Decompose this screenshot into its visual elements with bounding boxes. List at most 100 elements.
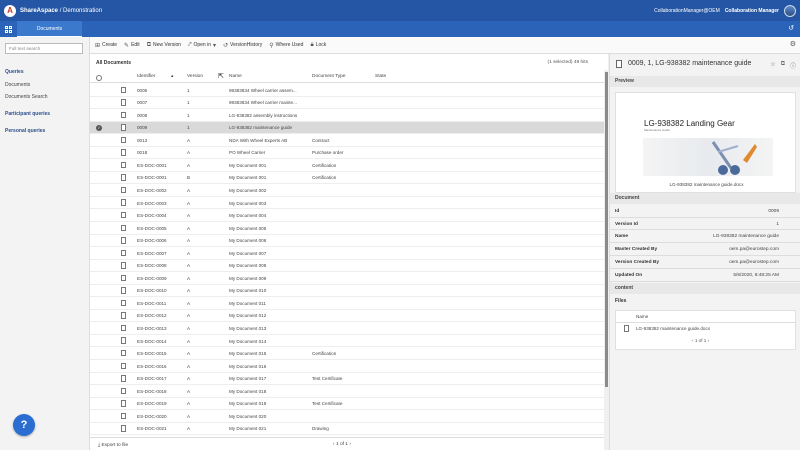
table-row[interactable]: ES-DOC-0021 A My Document 021 Drawing bbox=[90, 423, 604, 436]
table-row[interactable]: ES-DOC-0015 A My Document 015 Certification bbox=[90, 347, 604, 361]
row-version: A bbox=[187, 263, 191, 269]
export-button[interactable]: ⤓ Export to file bbox=[98, 442, 128, 448]
row-document-type: Test Certificate bbox=[312, 401, 343, 407]
table-row[interactable]: ES-DOC-0013 A My Document 013 bbox=[90, 322, 604, 335]
table-row[interactable]: 0007 1 99383834 Wheel carrier mainte... bbox=[90, 97, 604, 110]
help-button[interactable]: ? bbox=[13, 414, 35, 436]
table-row[interactable]: ES-DOC-0008 A My Document 008 bbox=[90, 260, 604, 273]
table-row[interactable]: ES-DOC-0020 A My Document 020 bbox=[90, 410, 604, 423]
lock-button[interactable]: 🔒︎ Lock bbox=[310, 42, 326, 49]
document-icon bbox=[121, 186, 126, 194]
property-key: Version Created By bbox=[615, 259, 659, 265]
row-identifier: 0006 bbox=[137, 87, 148, 93]
table-row[interactable]: ES-DOC-0003 A My Document 003 bbox=[90, 197, 604, 210]
app-logo[interactable]: A bbox=[4, 4, 16, 17]
document-icon bbox=[121, 249, 126, 257]
table-row[interactable]: ✓ 0009 1 LG-938382 maintenance guide bbox=[90, 121, 604, 135]
table-row[interactable]: 0018 A PO Wheel Carrier Purchase order bbox=[90, 147, 604, 160]
where-used-button[interactable]: ⚲ Where Used bbox=[269, 42, 303, 49]
scroll-thumb[interactable] bbox=[604, 72, 608, 387]
table-row[interactable]: ES-DOC-0011 A My Document 011 bbox=[90, 297, 604, 310]
table-row[interactable]: 0013 A NDA With Wheel Experts AB Contract bbox=[90, 134, 604, 147]
detail-title: 0009, 1, LG-938382 maintenance guide bbox=[628, 60, 752, 67]
table-row[interactable]: ES-DOC-0017 A My Document 017 Test Certific… bbox=[90, 373, 604, 386]
checkmark-icon[interactable]: ✓ bbox=[96, 124, 102, 131]
lock-label: Lock bbox=[315, 42, 327, 48]
table-row[interactable]: ES-DOC-0004 A My Document 004 bbox=[90, 209, 604, 223]
table-row[interactable]: ES-DOC-0006 A My Document 006 bbox=[90, 235, 604, 248]
table-row[interactable]: 0006 1 99383834 Wheel carrier assem... bbox=[90, 84, 604, 97]
create-button[interactable]: ⊞ Create bbox=[95, 42, 117, 49]
document-list: All Documents (1 selected) 49 hits Ident… bbox=[90, 54, 608, 450]
select-all-checkbox[interactable] bbox=[96, 75, 102, 81]
row-name: My Document 001 bbox=[229, 162, 267, 168]
edit-button[interactable]: ✎ Edit bbox=[124, 42, 140, 49]
table-row[interactable]: ES-DOC-0001 A My Document 001 Certification bbox=[90, 159, 604, 172]
next-page-icon[interactable]: › bbox=[708, 338, 710, 343]
user-account[interactable]: CollaborationManager@OEM bbox=[654, 8, 720, 14]
prev-page-icon[interactable]: ‹ bbox=[333, 442, 335, 447]
file-link[interactable]: LG-938382 maintenance guide.docx bbox=[636, 326, 710, 331]
table-row[interactable]: ES-DOC-0005 A My Document 005 bbox=[90, 222, 604, 235]
participant-queries-heading[interactable]: Participant queries bbox=[5, 111, 50, 117]
row-name: My Document 004 bbox=[229, 213, 267, 219]
column-version[interactable]: Version bbox=[187, 74, 203, 79]
row-name: My Document 017 bbox=[229, 376, 267, 382]
content-heading: content bbox=[610, 283, 800, 294]
info-icon[interactable]: ⓘ bbox=[790, 61, 796, 70]
queries-heading[interactable]: Queries bbox=[5, 69, 24, 75]
files-column-name[interactable]: Name bbox=[636, 314, 648, 319]
table-row[interactable]: ES-DOC-0001 B My Document 001 Certification bbox=[90, 172, 604, 185]
column-document-type[interactable]: Document Type bbox=[312, 74, 346, 79]
table-row[interactable]: ES-DOC-0007 A My Document 007 bbox=[90, 247, 604, 260]
column-identifier[interactable]: Identifier bbox=[137, 74, 155, 79]
avatar[interactable] bbox=[784, 4, 796, 17]
row-identifier: ES-DOC-0001 bbox=[137, 175, 167, 181]
history-icon[interactable]: ↺ bbox=[786, 24, 796, 34]
sidebar-item-documents[interactable]: Documents bbox=[5, 82, 30, 88]
row-identifier: ES-DOC-0021 bbox=[137, 426, 167, 432]
row-version: A bbox=[187, 250, 191, 256]
app-grid-icon[interactable] bbox=[0, 21, 16, 37]
preview-thumbnail[interactable]: LG-938382 Landing Gear Maintenance Guide… bbox=[615, 92, 796, 193]
tab-documents[interactable]: Documents bbox=[17, 21, 82, 37]
table-row[interactable]: ES-DOC-0016 A My Document 016 bbox=[90, 360, 604, 373]
column-name[interactable]: Name bbox=[229, 74, 242, 79]
settings-icon[interactable]: ⚙ bbox=[790, 40, 796, 48]
list-scrollbar[interactable] bbox=[604, 70, 608, 450]
row-name: My Document 012 bbox=[229, 313, 267, 319]
copy-icon[interactable]: ⧉ bbox=[781, 61, 785, 70]
sort-arrow-icon[interactable]: ▴ bbox=[171, 74, 173, 79]
sidebar-item-documents-search[interactable]: Documents Search bbox=[5, 94, 48, 100]
table-row[interactable]: 0008 1 LG-938382 assembly instructions bbox=[90, 109, 604, 122]
property-value: 5/6/2020, 8:48:25 AM bbox=[733, 272, 779, 278]
table-row[interactable]: ES-DOC-0019 A My Document 019 Test Certific… bbox=[90, 398, 604, 411]
row-name: My Document 013 bbox=[229, 325, 267, 331]
document-icon bbox=[121, 136, 126, 144]
table-row[interactable]: ES-DOC-0010 A My Document 010 bbox=[90, 285, 604, 298]
version-history-button[interactable]: ↺ VersionHistory bbox=[223, 42, 262, 49]
row-version: A bbox=[187, 225, 191, 231]
open-in-button[interactable]: ⤤ Open in ▾ bbox=[188, 42, 216, 49]
table-row[interactable]: ES-DOC-0012 A My Document 012 bbox=[90, 310, 604, 323]
row-name: 99383834 Wheel carrier assem... bbox=[229, 87, 297, 93]
row-version: A bbox=[187, 213, 191, 219]
user-role[interactable]: Collaboration Manager bbox=[725, 8, 779, 14]
table-row[interactable]: ES-DOC-0014 A My Document 014 bbox=[90, 335, 604, 348]
prev-page-icon[interactable]: ‹ bbox=[692, 338, 694, 343]
version-history-label: VersionHistory bbox=[230, 42, 263, 48]
next-page-icon[interactable]: › bbox=[349, 442, 351, 447]
table-row[interactable]: ES-DOC-0002 A My Document 002 bbox=[90, 184, 604, 197]
file-icon bbox=[624, 325, 629, 332]
property-key: Master Created By bbox=[615, 247, 658, 253]
document-icon bbox=[121, 287, 126, 294]
personal-queries-heading[interactable]: Personal queries bbox=[5, 128, 45, 134]
table-row[interactable]: ES-DOC-0018 A My Document 018 bbox=[90, 385, 604, 398]
column-state[interactable]: State bbox=[375, 74, 386, 79]
search-input[interactable]: Full text search bbox=[5, 43, 83, 54]
row-identifier: ES-DOC-0002 bbox=[137, 187, 167, 193]
table-row[interactable]: ES-DOC-0009 A My Document 009 bbox=[90, 272, 604, 285]
top-header: A ShareAspace / Demonstration Collaborat… bbox=[0, 0, 800, 21]
star-icon[interactable]: ☆ bbox=[770, 61, 775, 70]
new-version-button[interactable]: ⧉ New Version bbox=[147, 42, 181, 49]
